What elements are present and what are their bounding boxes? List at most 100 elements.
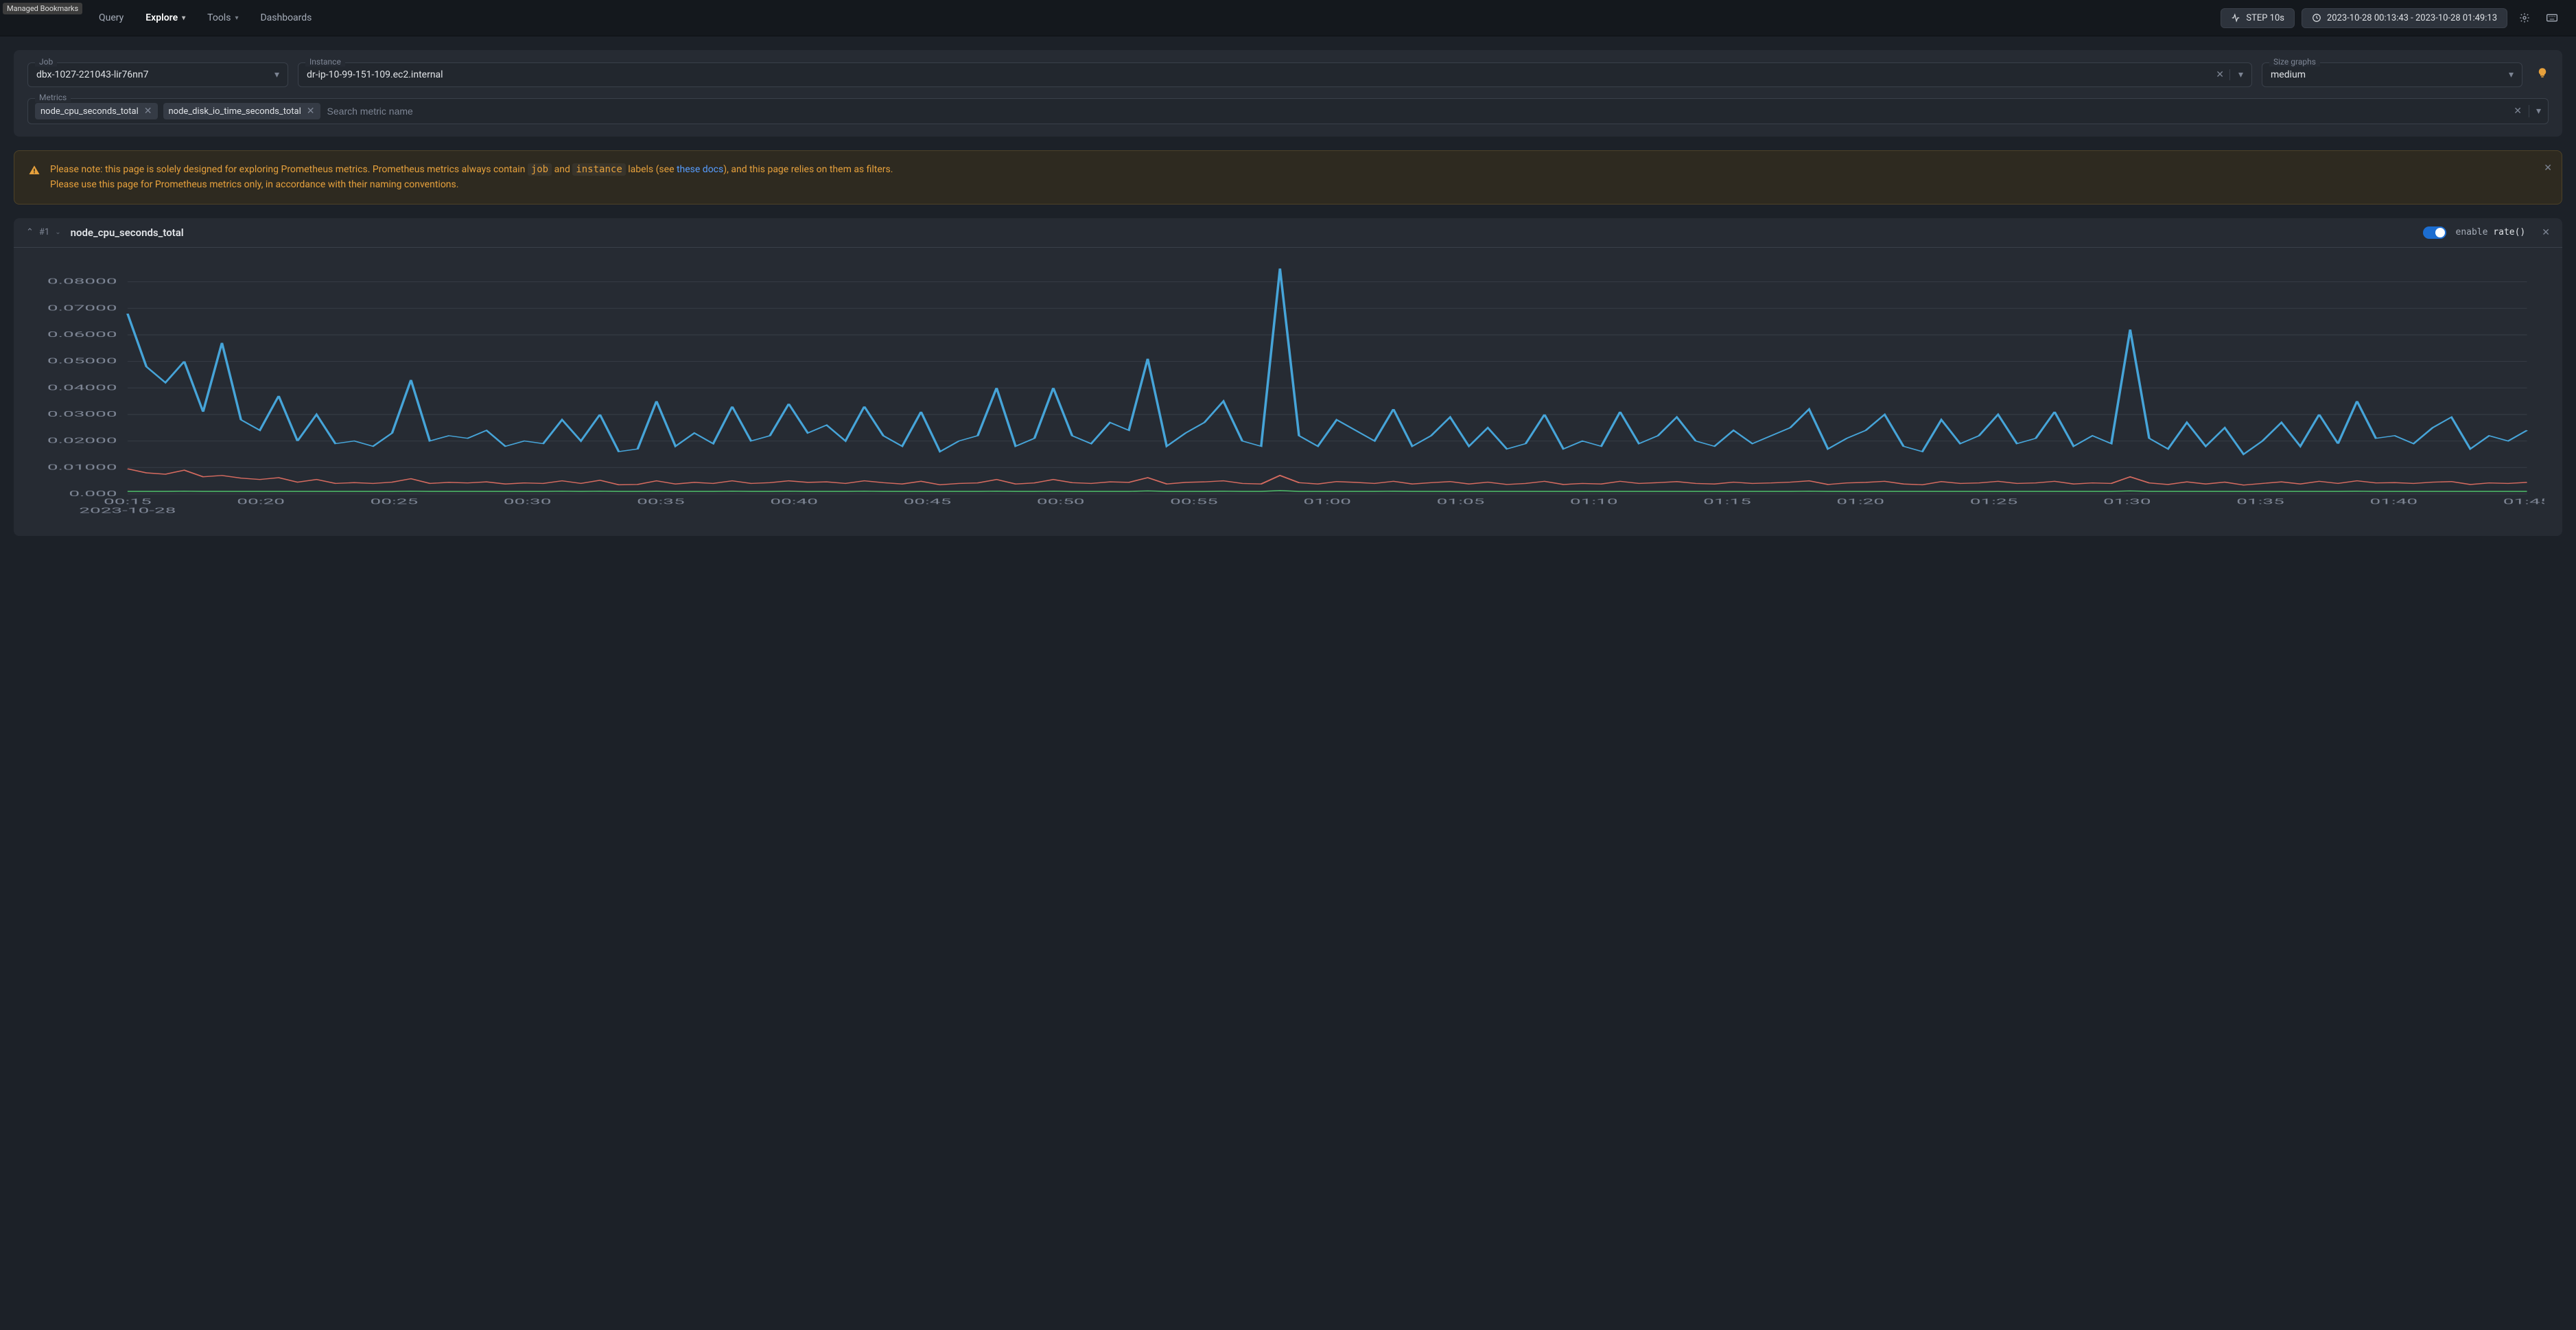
svg-text:00:35: 00:35	[637, 497, 685, 506]
svg-text:0.01000: 0.01000	[47, 463, 117, 471]
step-selector[interactable]: STEP 10s	[2221, 8, 2295, 28]
svg-text:00:15: 00:15	[104, 497, 152, 506]
svg-text:01:30: 01:30	[2103, 497, 2151, 506]
svg-text:0.03000: 0.03000	[47, 410, 117, 419]
svg-text:01:25: 01:25	[1970, 497, 2018, 506]
svg-text:01:40: 01:40	[2369, 497, 2417, 506]
size-field-label: Size graphs	[2269, 57, 2320, 67]
enable-rate-toggle[interactable]	[2423, 226, 2446, 239]
step-label: STEP 10s	[2246, 13, 2284, 23]
topbar: Query Explore ▾ Tools ▾ Dashboards STEP …	[0, 0, 2576, 36]
instance-field-label: Instance	[305, 57, 345, 67]
instance-field-value: dr-ip-10-99-151-109.ec2.internal	[307, 69, 2210, 80]
size-field-value: medium	[2271, 69, 2503, 80]
chart-panel: ⌃ #1 ⌄ node_cpu_seconds_total enable rat…	[14, 218, 2562, 536]
warn-text-2: labels (see	[626, 164, 677, 175]
metric-chip-label: node_cpu_seconds_total	[40, 106, 139, 117]
close-chart-button[interactable]: ✕	[2542, 227, 2550, 238]
svg-text:0.05000: 0.05000	[47, 356, 117, 365]
svg-text:0.08000: 0.08000	[47, 277, 117, 285]
warn-code-instance: instance	[572, 163, 625, 176]
warn-and: and	[552, 164, 572, 175]
svg-text:0.07000: 0.07000	[47, 303, 117, 312]
rate-fn: rate()	[2493, 227, 2525, 237]
svg-text:00:45: 00:45	[904, 497, 952, 506]
svg-text:01:20: 01:20	[1836, 497, 1884, 506]
settings-button[interactable]	[2514, 8, 2535, 28]
chevron-down-icon[interactable]: ▾	[2536, 106, 2541, 117]
metrics-field-label: Metrics	[35, 93, 71, 102]
chart-index: #1	[39, 227, 49, 237]
metric-chip: node_cpu_seconds_total ✕	[35, 103, 158, 119]
warn-docs-link[interactable]: these docs	[677, 164, 723, 175]
warning-icon	[28, 164, 40, 176]
svg-text:0.06000: 0.06000	[47, 330, 117, 339]
size-select[interactable]: Size graphs medium ▾	[2262, 62, 2522, 87]
svg-text:0.04000: 0.04000	[47, 383, 117, 392]
svg-text:01:05: 01:05	[1437, 497, 1485, 506]
svg-text:00:55: 00:55	[1170, 497, 1218, 506]
svg-text:00:30: 00:30	[504, 497, 552, 506]
nav-tools-label: Tools	[207, 12, 231, 23]
remove-chip-button[interactable]: ✕	[307, 106, 315, 117]
svg-text:01:45: 01:45	[2503, 497, 2544, 506]
svg-text:00:40: 00:40	[770, 497, 818, 506]
close-warning-button[interactable]: ✕	[2544, 161, 2552, 176]
warn-code-job: job	[528, 163, 552, 176]
job-field-label: Job	[35, 57, 57, 67]
time-range-label: 2023-10-28 00:13:43 - 2023-10-28 01:49:1…	[2327, 13, 2497, 23]
nav-tools[interactable]: Tools ▾	[198, 7, 248, 29]
warning-banner: Please note: this page is solely designe…	[14, 150, 2562, 205]
chart-header: ⌃ #1 ⌄ node_cpu_seconds_total enable rat…	[14, 218, 2562, 248]
chart-menu-button[interactable]: ⌄	[55, 229, 60, 236]
time-range-selector[interactable]: 2023-10-28 00:13:43 - 2023-10-28 01:49:1…	[2302, 8, 2507, 28]
chart-title: node_cpu_seconds_total	[71, 226, 184, 239]
metric-chip-label: node_disk_io_time_seconds_total	[169, 106, 301, 117]
instance-select[interactable]: Instance dr-ip-10-99-151-109.ec2.interna…	[298, 62, 2252, 87]
lightbulb-icon	[2536, 67, 2549, 79]
job-field-value: dbx-1027-221043-lir76nn7	[36, 69, 269, 80]
clear-instance-button[interactable]: ✕	[2210, 69, 2230, 80]
chevron-down-icon: ▾	[269, 69, 279, 80]
job-select[interactable]: Job dbx-1027-221043-lir76nn7 ▾	[27, 62, 288, 87]
hint-bulb-button[interactable]	[2532, 62, 2549, 87]
chevron-down-icon: ▾	[2233, 69, 2243, 80]
svg-text:00:50: 00:50	[1037, 497, 1085, 506]
svg-text:01:00: 01:00	[1303, 497, 1351, 506]
warning-text: Please note: this page is solely designe…	[50, 162, 893, 193]
svg-text:00:20: 00:20	[237, 497, 285, 506]
nav-dashboards[interactable]: Dashboards	[250, 7, 321, 29]
activity-icon	[2231, 13, 2240, 23]
gear-icon	[2519, 12, 2530, 23]
collapse-chart-button[interactable]: ⌃	[26, 227, 34, 237]
nav-explore[interactable]: Explore ▾	[136, 7, 195, 29]
svg-text:00:25: 00:25	[371, 497, 419, 506]
svg-text:2023-10-28: 2023-10-28	[79, 506, 176, 515]
nav-links: Query Explore ▾ Tools ▾ Dashboards	[89, 7, 321, 29]
warn-text-1: Please note: this page is solely designe…	[50, 164, 528, 175]
filters-panel: Job dbx-1027-221043-lir76nn7 ▾ Instance …	[14, 50, 2562, 137]
keyboard-button[interactable]	[2542, 8, 2562, 28]
nav-query[interactable]: Query	[89, 7, 133, 29]
warn-text-3: ), and this page relies on them as filte…	[723, 164, 893, 175]
metric-chip: node_disk_io_time_seconds_total ✕	[163, 103, 320, 119]
clear-all-metrics-button[interactable]: ✕	[2514, 106, 2522, 117]
metrics-search-input[interactable]	[326, 105, 2509, 117]
chevron-down-icon: ▾	[2503, 69, 2514, 80]
svg-text:01:10: 01:10	[1570, 497, 1618, 506]
chevron-down-icon: ▾	[182, 14, 185, 22]
chart-plot[interactable]: 0.0000.010000.020000.030000.040000.05000…	[32, 261, 2544, 522]
keyboard-icon	[2546, 14, 2557, 22]
managed-bookmarks-tag: Managed Bookmarks	[3, 3, 82, 14]
metrics-field[interactable]: Metrics node_cpu_seconds_total ✕ node_di…	[27, 98, 2549, 124]
chevron-down-icon: ▾	[235, 14, 238, 22]
svg-text:01:35: 01:35	[2236, 497, 2284, 506]
nav-explore-label: Explore	[145, 12, 178, 23]
svg-text:01:15: 01:15	[1703, 497, 1751, 506]
remove-chip-button[interactable]: ✕	[144, 106, 152, 117]
rate-prefix: enable	[2456, 227, 2494, 237]
warn-text-4: Please use this page for Prometheus metr…	[50, 179, 458, 190]
clock-icon	[2312, 13, 2321, 23]
svg-text:0.02000: 0.02000	[47, 436, 117, 445]
rate-label: enable rate()	[2456, 227, 2526, 237]
